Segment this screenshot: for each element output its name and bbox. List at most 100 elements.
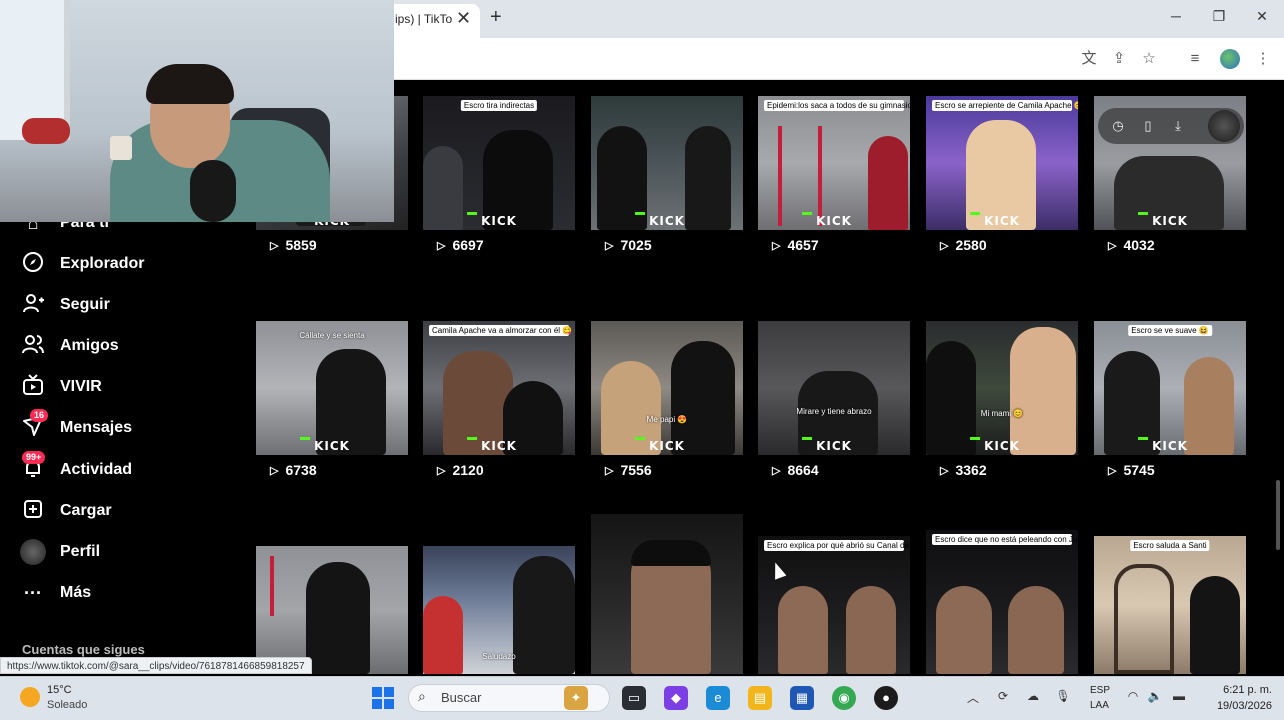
kick-logo: KICK <box>802 212 852 228</box>
microphone-tray-icon[interactable]: 🎙 <box>1054 689 1072 703</box>
clock-time[interactable]: 6:21 p. m. <box>1210 684 1272 696</box>
bookmark-star-icon[interactable]: ☆ <box>1138 48 1160 70</box>
video-thumbnail[interactable]: Escro tira indirectas KICK <box>423 96 575 230</box>
view-count: ▷ 6697 <box>437 236 484 254</box>
view-count: ▷ 4032 <box>1108 236 1155 254</box>
video-thumbnail[interactable] <box>591 514 743 674</box>
kick-logo: KICK <box>467 437 517 453</box>
link-status-url: https://www.tiktok.com/@sara__clips/vide… <box>0 657 312 674</box>
video-caption: Escro explica por qué abrió su Canal de … <box>764 540 910 551</box>
install-app-icon[interactable]: ⇪ <box>1108 48 1130 70</box>
search-icon: ⌕ <box>418 688 426 704</box>
video-thumbnail[interactable]: Saludazo <box>423 546 575 674</box>
volume-icon[interactable]: 🔈 <box>1146 689 1164 703</box>
sidebar-item-label: Perfil <box>60 543 101 560</box>
video-thumbnail[interactable]: Escro se ve suave 😆 KICK <box>1094 321 1246 455</box>
tab-title[interactable]: ips) | TikTo <box>395 12 452 26</box>
taskbar-search-placeholder[interactable]: Buscar <box>441 690 481 705</box>
compass-icon <box>20 251 46 277</box>
video-caption: Escro tira indirectas <box>460 100 538 111</box>
activity-badge: 99+ <box>22 451 46 464</box>
sidebar-item-cargar[interactable]: Cargar <box>20 496 112 526</box>
video-thumbnail[interactable]: Escro se arrepiente de Camila Apache 😊 K… <box>926 96 1078 230</box>
edge-icon[interactable]: e <box>706 686 730 710</box>
file-explorer-icon[interactable]: ▤ <box>748 686 772 710</box>
video-thumbnail[interactable]: Escro dice que no está peleando con Juan… <box>926 530 1078 674</box>
video-inline-caption: Me papi 😍 <box>646 415 688 424</box>
sync-icon[interactable]: ⟳ <box>994 689 1012 703</box>
sidebar-item-amigos[interactable]: Amigos <box>20 331 119 361</box>
sidebar-item-label: Mensajes <box>60 419 133 436</box>
sidebar-item-mas[interactable]: ··· Más <box>20 578 91 608</box>
kick-logo: KICK <box>300 437 350 453</box>
video-thumbnail[interactable] <box>256 546 408 674</box>
wifi-icon[interactable]: ◠ <box>1124 689 1142 703</box>
live-tv-icon <box>20 374 46 400</box>
phone-icon[interactable]: ▯ <box>1138 116 1158 136</box>
video-thumbnail[interactable]: Me papi 😍 KICK <box>591 321 743 455</box>
video-thumbnail[interactable]: Escro explica por qué abrió su Canal de … <box>758 536 910 674</box>
play-icon: ▷ <box>605 239 614 252</box>
app-icon[interactable]: ● <box>874 686 898 710</box>
video-caption: Escro dice que no está peleando con Juan… <box>932 534 1078 545</box>
windows-start-icon[interactable] <box>372 687 394 709</box>
creator-avatar[interactable] <box>1208 110 1240 142</box>
clock-date[interactable]: 19/03/2026 <box>1200 700 1272 712</box>
view-count: ▷ 6738 <box>270 461 317 479</box>
play-icon: ▷ <box>270 464 279 477</box>
sidebar-item-perfil[interactable]: Perfil <box>20 537 100 567</box>
sun-icon[interactable] <box>20 687 40 707</box>
video-thumbnail[interactable]: Mirare y tiene abrazo KICK <box>758 321 910 455</box>
video-thumbnail[interactable]: KICK <box>591 96 743 230</box>
view-count-value: 4657 <box>787 237 819 253</box>
video-thumbnail[interactable]: Escro saluda a Santi <box>1094 536 1246 674</box>
kick-logo: KICK <box>1138 212 1188 228</box>
weather-temperature[interactable]: 15°C <box>47 684 72 696</box>
download-icon[interactable]: ⤓ <box>1168 116 1188 136</box>
kick-logo: KICK <box>635 437 685 453</box>
task-view-icon[interactable]: ▭ <box>622 686 646 710</box>
video-caption: Escro se arrepiente de Camila Apache 😊 <box>932 100 1078 111</box>
view-count-value: 5859 <box>285 237 317 253</box>
copilot-icon[interactable]: ◆ <box>664 686 688 710</box>
language-layout[interactable]: LAA <box>1090 700 1109 711</box>
search-highlight-icon[interactable]: ✦ <box>564 686 588 710</box>
video-thumbnail[interactable]: Epidemi:los saca a todos de su gimnasio … <box>758 96 910 230</box>
sidebar-item-label: Actividad <box>60 461 133 478</box>
sidebar-item-mensajes[interactable]: 16 Mensajes <box>20 409 133 443</box>
sidebar-item-vivir[interactable]: VIVIR <box>20 372 102 402</box>
weather-description[interactable]: Soleado <box>47 699 87 711</box>
timer-icon[interactable]: ◷ <box>1108 116 1128 136</box>
minimize-button[interactable]: ─ <box>1166 8 1186 24</box>
play-icon: ▷ <box>437 464 446 477</box>
sidebar-item-explorador[interactable]: Explorador <box>20 249 144 279</box>
play-icon: ▷ <box>1108 464 1117 477</box>
view-count: ▷ 4657 <box>772 236 819 254</box>
microphone-icon <box>190 160 236 222</box>
play-icon: ▷ <box>605 464 614 477</box>
kick-logo: KICK <box>635 212 685 228</box>
store-icon[interactable]: ▦ <box>790 686 814 710</box>
sidebar-item-label: Explorador <box>60 255 145 272</box>
view-count-value: 7025 <box>620 237 652 253</box>
cloud-off-icon[interactable]: ☁ <box>1024 689 1042 703</box>
close-window-button[interactable]: ✕ <box>1252 8 1272 25</box>
scrollbar-thumb[interactable] <box>1276 480 1280 550</box>
video-thumbnail[interactable]: Cállate y se sienta KICK <box>256 321 408 455</box>
new-tab-button[interactable]: + <box>490 6 502 29</box>
view-count: ▷ 5859 <box>270 236 317 254</box>
video-thumbnail[interactable]: Mi mami 😊 KICK <box>926 321 1078 455</box>
battery-icon[interactable]: ▬ <box>1170 689 1188 703</box>
tray-chevron-icon[interactable]: ︿ <box>964 689 982 706</box>
profile-avatar[interactable] <box>1220 49 1240 69</box>
media-control-icon[interactable]: ≡ <box>1184 48 1206 70</box>
sidebar-item-actividad[interactable]: 99+ Actividad <box>20 451 133 485</box>
menu-kebab-icon[interactable]: ⋮ <box>1252 48 1274 70</box>
tab-close-icon[interactable]: ✕ <box>456 8 471 29</box>
sidebar-item-seguir[interactable]: Seguir <box>20 290 110 320</box>
video-thumbnail[interactable]: Camila Apache va a almorzar con él 😋 KIC… <box>423 321 575 455</box>
maximize-button[interactable]: ❐ <box>1209 8 1229 25</box>
translate-icon[interactable]: 文 <box>1078 48 1100 70</box>
chrome-icon[interactable]: ◉ <box>832 686 856 710</box>
language-indicator[interactable]: ESP <box>1090 685 1110 696</box>
